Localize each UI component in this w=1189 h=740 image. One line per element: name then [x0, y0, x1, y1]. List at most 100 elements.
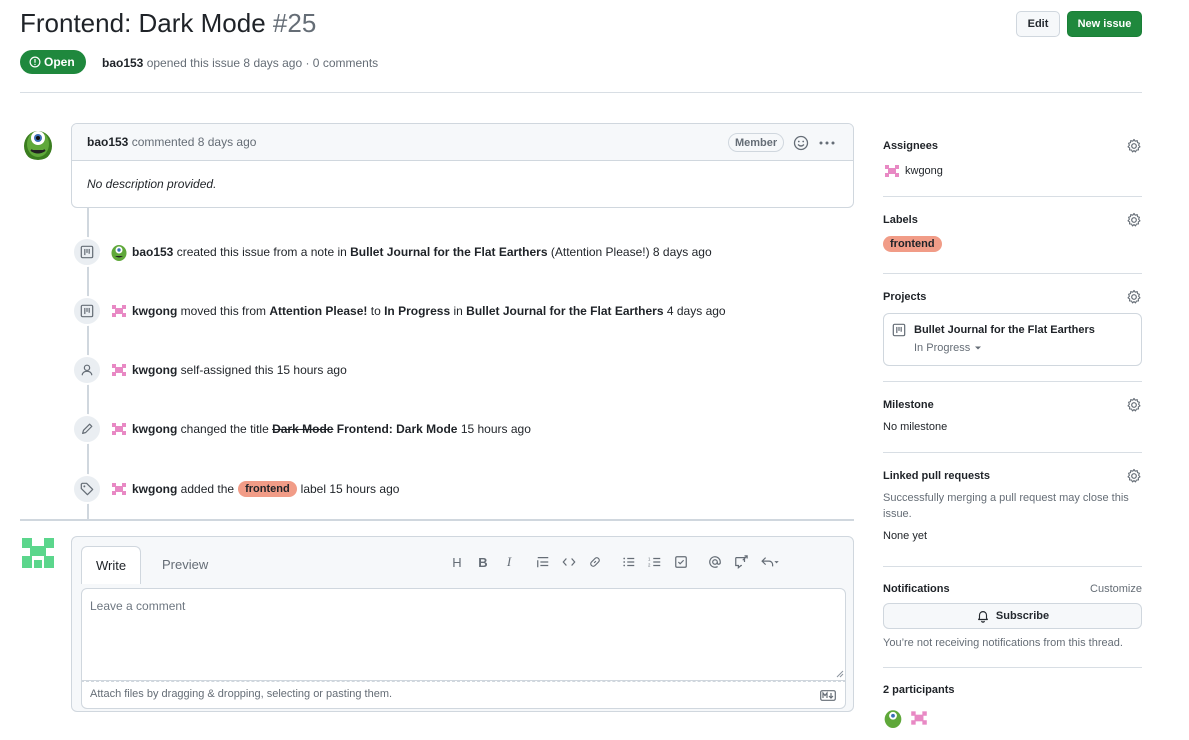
edit-button[interactable]: Edit: [1016, 11, 1060, 37]
comment-meta: bao153 commented 8 days ago: [87, 135, 256, 149]
event-text: label 15 hours ago: [300, 482, 400, 496]
link-icon[interactable]: [582, 551, 608, 573]
italic-icon[interactable]: I: [496, 551, 522, 573]
sidebar-labels: Labels frontend: [883, 212, 1142, 274]
formatting-toolbar: H B I 12: [444, 551, 786, 573]
tab-write[interactable]: Write: [81, 546, 142, 584]
resize-handle-icon[interactable]: [836, 670, 844, 678]
pencil-icon: [82, 423, 93, 434]
ordered-list-icon[interactable]: 12: [642, 551, 668, 573]
tag-icon: [80, 482, 94, 496]
avatar-kwgong-icon[interactable]: [110, 302, 128, 320]
comment-textarea[interactable]: Leave a comment: [81, 588, 846, 681]
labels-heading[interactable]: Labels: [883, 214, 918, 226]
attach-files-text: Attach files by dragging & dropping, sel…: [90, 688, 393, 700]
gear-icon[interactable]: [1126, 212, 1142, 228]
participant-avatars: [883, 708, 1142, 728]
event-user-link[interactable]: kwgong: [132, 304, 177, 318]
sidebar-participants: 2 participants: [883, 684, 1142, 740]
event-text: created this issue from a note in: [176, 245, 347, 259]
event-user-link[interactable]: kwgong: [132, 482, 177, 496]
avatar-kwgong-icon: [885, 165, 899, 177]
label-frontend[interactable]: frontend: [238, 481, 297, 497]
event-project-link[interactable]: Bullet Journal for the Flat Earthers: [350, 245, 547, 259]
project-name[interactable]: Bullet Journal for the Flat Earthers: [914, 324, 1095, 336]
sidebar-assignees: Assignees kwgong: [883, 138, 1142, 197]
mention-icon[interactable]: [702, 551, 728, 573]
projects-heading[interactable]: Projects: [883, 291, 926, 303]
gear-icon[interactable]: [1126, 468, 1142, 484]
event-project-link[interactable]: Bullet Journal for the Flat Earthers: [466, 304, 663, 318]
new-title: Frontend: Dark Mode: [336, 422, 458, 436]
project-status-dropdown[interactable]: In Progress: [914, 342, 1133, 354]
sidebar-notifications: Notifications Customize Subscribe You’re…: [883, 583, 1142, 668]
label-frontend[interactable]: frontend: [883, 236, 942, 252]
comment-time[interactable]: commented 8 days ago: [132, 135, 257, 149]
event-user-link[interactable]: bao153: [132, 245, 173, 259]
timeline-event: kwgong added the frontend label 15 hours…: [72, 474, 399, 504]
project-icon: [892, 323, 906, 337]
header-divider: [20, 92, 1142, 93]
member-badge: Member: [728, 133, 785, 152]
event-user-link[interactable]: kwgong: [132, 363, 177, 377]
quote-icon[interactable]: [530, 551, 556, 573]
monster-avatar-icon: [20, 124, 56, 160]
new-issue-button[interactable]: New issue: [1067, 11, 1142, 37]
project-card[interactable]: Bullet Journal for the Flat Earthers In …: [883, 313, 1142, 366]
unordered-list-icon[interactable]: [616, 551, 642, 573]
avatar-bao153-icon[interactable]: [883, 708, 903, 728]
issue-author-link[interactable]: bao153: [102, 56, 143, 70]
attach-files-bar[interactable]: Attach files by dragging & dropping, sel…: [81, 670, 846, 709]
issue-opened-text: opened this issue 8 days ago · 0 comment…: [146, 56, 379, 70]
code-icon[interactable]: [556, 551, 582, 573]
tab-preview[interactable]: Preview: [148, 546, 222, 582]
issue-number: #25: [272, 8, 317, 38]
person-icon: [81, 364, 93, 376]
markdown-icon[interactable]: [820, 690, 836, 701]
comment-body: No description provided.: [87, 177, 217, 191]
heading-icon[interactable]: H: [444, 551, 470, 573]
saved-replies-icon[interactable]: [754, 551, 786, 573]
gear-icon[interactable]: [1126, 397, 1142, 413]
task-list-icon[interactable]: [668, 551, 694, 573]
event-text: self-assigned this 15 hours ago: [180, 363, 347, 377]
linked-prs-heading[interactable]: Linked pull requests: [883, 470, 990, 482]
subscribe-button[interactable]: Subscribe: [883, 603, 1142, 629]
assignee-item[interactable]: kwgong: [883, 162, 1142, 180]
comment-author-link[interactable]: bao153: [87, 135, 128, 149]
avatar-kwgong-icon[interactable]: [110, 361, 128, 379]
bold-icon[interactable]: B: [470, 551, 496, 573]
avatar-kwgong-icon[interactable]: [909, 708, 929, 728]
timeline-divider: [20, 519, 854, 521]
milestone-heading[interactable]: Milestone: [883, 399, 934, 411]
avatar-bao153-icon[interactable]: [110, 243, 128, 261]
kebab-horizontal-icon[interactable]: [818, 135, 836, 151]
sidebar-linked-prs: Linked pull requests Successfully mergin…: [883, 468, 1142, 567]
assignees-heading[interactable]: Assignees: [883, 140, 938, 152]
status-badge: Open: [20, 50, 86, 74]
event-text: to: [370, 304, 381, 318]
assignee-name: kwgong: [905, 165, 943, 177]
avatar-kwgong-icon[interactable]: [110, 420, 128, 438]
old-title: Dark Mode: [272, 422, 334, 436]
comment-header: bao153 commented 8 days ago Member: [72, 124, 853, 161]
sidebar-milestone: Milestone No milestone: [883, 397, 1142, 453]
avatar[interactable]: [20, 124, 56, 160]
gear-icon[interactable]: [1126, 138, 1142, 154]
timeline-badge: [72, 414, 102, 444]
cross-reference-icon[interactable]: [728, 551, 754, 573]
project-icon: [80, 245, 94, 259]
event-user-link[interactable]: kwgong: [132, 422, 177, 436]
bell-icon: [977, 611, 988, 623]
event-text: added the: [180, 482, 235, 496]
gear-icon[interactable]: [1126, 289, 1142, 305]
issue-title: Frontend: Dark Mode #25: [20, 8, 316, 39]
issue-opened-icon: [29, 56, 41, 68]
customize-link[interactable]: Customize: [1090, 583, 1142, 595]
smiley-icon[interactable]: [793, 135, 809, 151]
svg-text:2: 2: [648, 562, 651, 567]
issue-title-text: Frontend: Dark Mode: [20, 8, 266, 38]
avatar-kwgong-icon[interactable]: [110, 480, 128, 498]
avatar[interactable]: [20, 536, 56, 572]
linked-prs-description: Successfully merging a pull request may …: [883, 492, 1129, 520]
